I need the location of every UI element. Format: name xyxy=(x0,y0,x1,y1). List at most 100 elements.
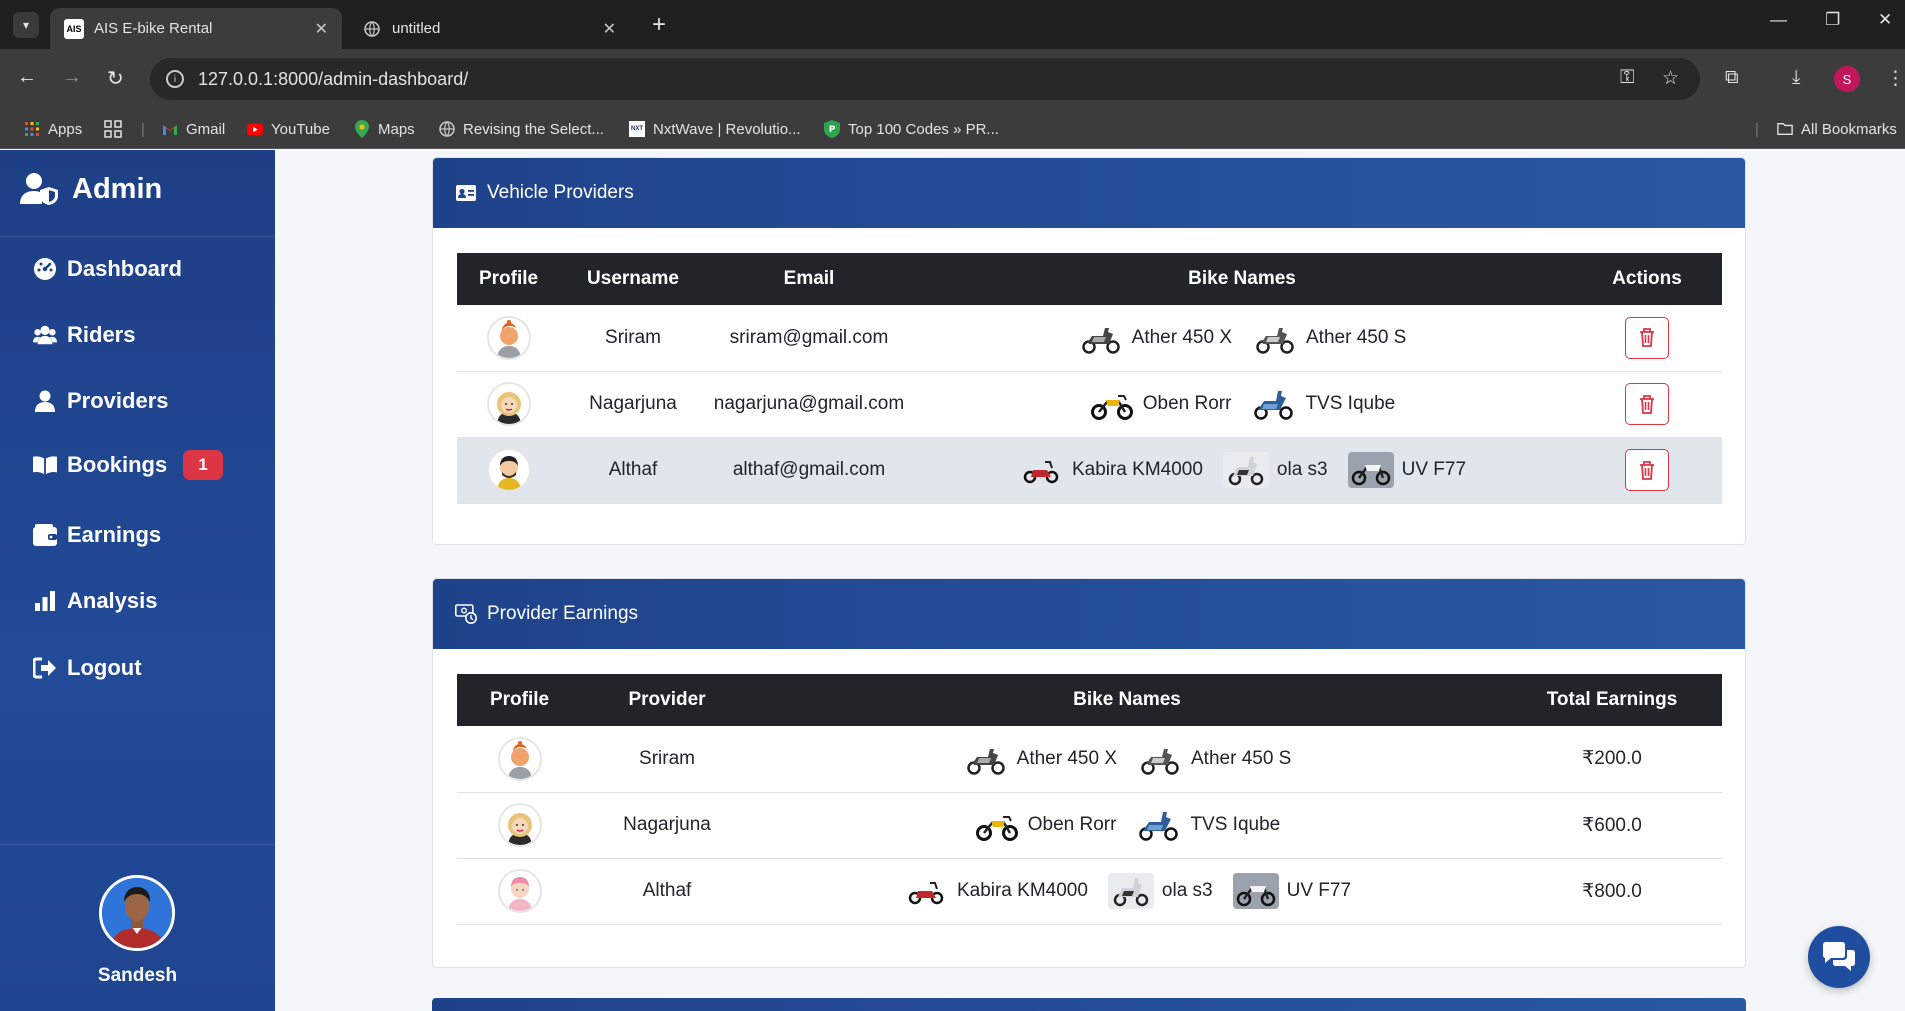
scooter-icon xyxy=(1252,319,1298,356)
provider-avatar xyxy=(486,382,531,426)
trash-icon xyxy=(1640,394,1654,414)
bookmark-revising[interactable]: Revising the Select... xyxy=(439,109,604,149)
sidebar-item-providers[interactable]: Providers xyxy=(33,388,169,414)
sidebar-item-label: Logout xyxy=(67,655,142,680)
bike-chip: Ather 450 X xyxy=(962,740,1117,777)
sidebar-item-dashboard[interactable]: Dashboard xyxy=(33,256,182,282)
bookmark-separator: | xyxy=(1755,120,1759,138)
bike-name: Kabira KM4000 xyxy=(956,880,1088,901)
bike-chip: Ather 450 S xyxy=(1252,319,1406,356)
bike-name: Oben Rorr xyxy=(1142,393,1232,414)
site-info-icon[interactable]: i xyxy=(166,70,184,88)
sidebar-item-earnings[interactable]: Earnings xyxy=(33,522,161,548)
sidebar-item-logout[interactable]: Logout xyxy=(33,655,142,681)
forward-icon[interactable]: → xyxy=(62,66,82,89)
user-shield-icon xyxy=(20,172,60,206)
globe-icon xyxy=(439,121,455,137)
table-row: Sriram Ather 450 X Ather 450 S ₹200.0 xyxy=(457,726,1722,793)
bike-names-cell: Kabira KM4000 ola s3 UV F77 xyxy=(912,437,1572,504)
sidebar-item-label: Riders xyxy=(67,322,136,347)
bike-name: ola s3 xyxy=(1161,880,1213,901)
bookmark-apps[interactable]: Apps xyxy=(24,109,82,149)
gauge-icon xyxy=(33,257,57,281)
bookmark-gmail[interactable]: Gmail xyxy=(162,109,225,149)
motorcycle-icon xyxy=(1088,386,1135,422)
sidebar-item-analysis[interactable]: Analysis xyxy=(33,588,158,614)
bike-names-cell: Kabira KM4000 ola s3 UV F77 xyxy=(752,858,1502,925)
divider xyxy=(0,844,275,845)
delete-provider-button[interactable] xyxy=(1625,383,1669,425)
minimize-icon[interactable]: — xyxy=(1770,10,1787,30)
profile-avatar[interactable]: S xyxy=(1834,66,1860,92)
ais-favicon-icon: AIS xyxy=(64,18,84,39)
admin-sidebar: Admin Dashboard Riders Providers Booking… xyxy=(0,150,275,1011)
bookmark-label: Maps xyxy=(378,120,415,138)
reload-icon[interactable]: ↻ xyxy=(107,66,124,91)
scooter-icon xyxy=(1136,807,1183,843)
table-row: Nagarjuna nagarjuna@gmail.com Oben Rorr … xyxy=(457,371,1722,438)
scooter-icon xyxy=(1107,873,1154,909)
bike-chip: ola s3 xyxy=(1107,873,1213,909)
all-bookmarks-label: All Bookmarks xyxy=(1801,120,1897,138)
bookmark-youtube[interactable]: YouTube xyxy=(247,109,330,149)
svg-text:P: P xyxy=(829,125,836,135)
bike-chip: ola s3 xyxy=(1222,452,1328,488)
all-bookmarks-button[interactable]: All Bookmarks xyxy=(1777,109,1897,149)
password-key-icon[interactable]: ⚿ xyxy=(1620,67,1634,89)
provider-earnings-table: Profile Provider Bike Names Total Earnin… xyxy=(457,674,1722,925)
column-header: Email xyxy=(706,253,912,305)
bike-name: Kabira KM4000 xyxy=(1071,459,1203,480)
back-icon[interactable]: ← xyxy=(17,66,37,89)
total-earnings-cell: ₹600.0 xyxy=(1502,792,1722,859)
close-tab-icon[interactable]: ✕ xyxy=(315,19,328,39)
bookmark-top100[interactable]: P Top 100 Codes » PR... xyxy=(824,109,999,149)
close-window-icon[interactable]: ✕ xyxy=(1878,10,1892,30)
sidebar-item-riders[interactable]: Riders xyxy=(33,322,135,348)
new-tab-icon[interactable]: + xyxy=(652,12,666,38)
browser-tab-untitled[interactable]: untitled ✕ xyxy=(348,8,630,49)
motorcycle-icon xyxy=(903,873,949,909)
delete-provider-button[interactable] xyxy=(1625,316,1669,359)
address-bar[interactable]: i 127.0.0.1:8000/admin-dashboard/ xyxy=(150,58,1700,100)
bookmark-maps[interactable]: Maps xyxy=(354,109,415,149)
scooter-icon xyxy=(1222,452,1269,488)
bike-names-cell: Ather 450 X Ather 450 S xyxy=(752,726,1502,793)
motorcycle-icon xyxy=(973,807,1020,843)
table-header-row: Profile Provider Bike Names Total Earnin… xyxy=(457,674,1722,726)
kebab-menu-icon[interactable]: ⋮ xyxy=(1886,67,1905,90)
book-icon xyxy=(33,453,57,477)
column-header: Actions xyxy=(1572,253,1722,305)
chat-button[interactable] xyxy=(1808,926,1870,988)
user-avatar[interactable] xyxy=(99,875,175,951)
bookmark-label: Apps xyxy=(48,120,83,138)
trash-icon xyxy=(1640,328,1654,348)
tab-title: untitled xyxy=(392,20,441,37)
folder-icon xyxy=(1777,121,1793,137)
delete-provider-button[interactable] xyxy=(1625,449,1669,491)
email-cell: althaf@gmail.com xyxy=(706,437,912,504)
sidebar-item-label: Providers xyxy=(67,388,169,413)
browser-tab-bar: ▾ AIS AIS E-bike Rental ✕ untitled ✕ + —… xyxy=(0,0,1905,49)
bike-chip: Ather 450 S xyxy=(1137,740,1291,777)
extensions-icon[interactable]: ⧉ xyxy=(1725,67,1739,89)
download-icon[interactable]: ⤓ xyxy=(1792,67,1800,89)
bike-names-cell: Oben Rorr TVS Iqube xyxy=(752,792,1502,859)
provider-avatar xyxy=(497,803,542,847)
sidebar-item-label: Analysis xyxy=(67,588,158,613)
bike-name: TVS Iqube xyxy=(1305,393,1396,414)
bookmark-label: YouTube xyxy=(271,120,330,138)
bookmark-star-icon[interactable]: ☆ xyxy=(1662,67,1679,90)
sidebar-brand[interactable]: Admin xyxy=(20,172,162,206)
shield-icon: P xyxy=(824,120,840,138)
browser-tab-active[interactable]: AIS AIS E-bike Rental ✕ xyxy=(50,8,342,49)
user-name: Sandesh xyxy=(97,965,178,986)
restore-icon[interactable]: ❐ xyxy=(1825,10,1840,30)
globe-icon xyxy=(362,19,382,39)
motorcycle-icon xyxy=(1347,452,1394,488)
sidebar-item-bookings[interactable]: Bookings 1 xyxy=(33,450,223,480)
tab-search-chevron-icon[interactable]: ▾ xyxy=(13,12,39,38)
bookmark-nxtwave[interactable]: NXT NxtWave | Revolutio... xyxy=(629,109,801,149)
bike-chip: UV F77 xyxy=(1347,452,1466,488)
tab-groups-icon[interactable] xyxy=(104,109,122,149)
close-tab-icon[interactable]: ✕ xyxy=(603,19,616,39)
